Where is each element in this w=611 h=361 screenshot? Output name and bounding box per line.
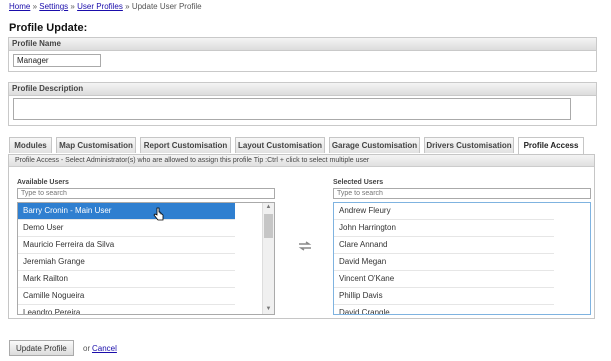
list-item[interactable]: Phillip Davis <box>334 288 554 305</box>
breadcrumb: Home » Settings » User Profiles » Update… <box>9 2 202 11</box>
list-item[interactable]: Leandro Pereira <box>18 305 235 314</box>
list-item[interactable]: John Harrington <box>334 220 554 237</box>
profile-description-label: Profile Description <box>9 83 596 96</box>
profile-description-textarea[interactable] <box>13 98 571 120</box>
selected-users-items: Andrew Fleury John Harrington Clare Annand… <box>334 203 590 314</box>
list-item[interactable]: Barry Cronin - Main User <box>18 203 235 220</box>
breadcrumb-separator: » <box>32 2 38 11</box>
tab-report-customisation[interactable]: Report Customisation <box>140 137 231 153</box>
breadcrumb-separator: » <box>125 2 130 11</box>
list-item[interactable]: Jeremiah Grange <box>18 254 235 271</box>
tab-drivers-customisation[interactable]: Drivers Customisation <box>424 137 514 153</box>
list-item[interactable]: Camille Nogueira <box>18 288 235 305</box>
or-text: or <box>83 344 91 353</box>
scroll-down-icon[interactable]: ▼ <box>263 305 274 314</box>
available-users-label: Available Users <box>17 179 69 186</box>
list-item[interactable]: Demo User <box>18 220 235 237</box>
profile-description-section: Profile Description <box>8 82 597 126</box>
profile-access-header: Profile Access - Select Administrator(s)… <box>9 155 594 167</box>
profile-name-label: Profile Name <box>9 38 596 51</box>
swap-arrows-icon[interactable] <box>298 241 312 251</box>
breadcrumb-separator: » <box>70 2 75 11</box>
profile-name-input[interactable] <box>13 54 101 67</box>
selected-users-list[interactable]: Andrew Fleury John Harrington Clare Annand… <box>333 202 591 315</box>
breadcrumb-settings-link[interactable]: Settings <box>39 2 68 11</box>
tab-garage-customisation[interactable]: Garage Customisation <box>329 137 420 153</box>
tab-profile-access[interactable]: Profile Access <box>518 137 584 154</box>
list-item[interactable]: Mauricio Ferreira da Silva <box>18 237 235 254</box>
available-users-search[interactable] <box>17 188 275 199</box>
available-users-items: Barry Cronin - Main User Demo User Maurici… <box>18 203 274 314</box>
tab-modules[interactable]: Modules <box>9 137 52 153</box>
selected-users-search[interactable] <box>333 188 591 199</box>
list-item[interactable]: Mark Railton <box>18 271 235 288</box>
list-item[interactable]: Vincent O'Kane <box>334 271 554 288</box>
list-item[interactable]: Clare Annand <box>334 237 554 254</box>
tab-map-customisation[interactable]: Map Customisation <box>56 137 136 153</box>
profile-access-panel: Profile Access - Select Administrator(s)… <box>8 154 595 319</box>
cancel-link[interactable]: Cancel <box>92 344 117 353</box>
scrollbar-thumb[interactable] <box>264 214 273 238</box>
tab-bar: Modules Map Customisation Report Customi… <box>9 137 588 154</box>
update-profile-button[interactable]: Update Profile <box>9 340 74 356</box>
hand-cursor-icon <box>153 207 164 221</box>
list-item[interactable]: David Megan <box>334 254 554 271</box>
breadcrumb-current: Update User Profile <box>131 2 202 11</box>
breadcrumb-home-link[interactable]: Home <box>9 2 30 11</box>
available-users-scrollbar[interactable]: ▲ ▼ <box>262 203 274 314</box>
list-item[interactable]: David Crangle <box>334 305 554 314</box>
list-item[interactable]: Andrew Fleury <box>334 203 554 220</box>
breadcrumb-user-profiles-link[interactable]: User Profiles <box>77 2 123 11</box>
selected-users-label: Selected Users <box>333 179 384 186</box>
available-users-list[interactable]: Barry Cronin - Main User Demo User Maurici… <box>17 202 275 315</box>
page-title: Profile Update: <box>9 22 88 34</box>
profile-name-section: Profile Name <box>8 37 597 72</box>
scroll-up-icon[interactable]: ▲ <box>263 203 274 212</box>
tab-layout-customisation[interactable]: Layout Customisation <box>235 137 325 153</box>
